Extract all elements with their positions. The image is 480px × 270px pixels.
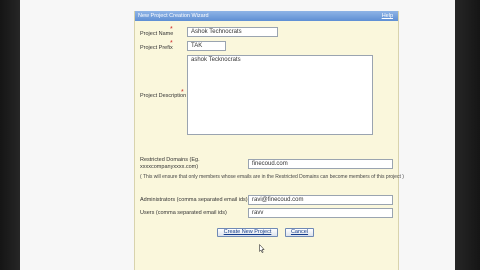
project-name-label: Project Name (140, 31, 174, 37)
project-prefix-required-mark: * (170, 40, 173, 47)
left-dark-margin (0, 0, 20, 270)
create-new-project-button[interactable]: Create New Project (217, 228, 278, 237)
project-name-input[interactable]: Ashok Technocrats (187, 27, 278, 37)
project-description-required-mark: * (181, 89, 184, 96)
wizard-titlebar: New Project Creation Wizard Help (135, 11, 398, 21)
restricted-domains-input[interactable]: finecoud.com (248, 159, 393, 169)
project-prefix-input[interactable]: TAK (187, 41, 226, 51)
wizard-title: New Project Creation Wizard (138, 13, 209, 19)
page-content: New Project Creation Wizard Help Project… (20, 0, 455, 270)
project-wizard-panel: New Project Creation Wizard Help Project… (134, 11, 404, 270)
project-prefix-label: Project Prefix (140, 45, 173, 51)
users-input[interactable]: ravv (248, 208, 393, 218)
users-label: Users (comma separated email ids) (140, 210, 227, 216)
mouse-cursor-icon (259, 244, 265, 253)
right-dark-margin (455, 0, 480, 270)
project-description-label: Project Description (140, 93, 187, 99)
cancel-button[interactable]: Cancel (285, 228, 314, 237)
project-name-required-mark: * (170, 26, 173, 33)
restricted-domains-label: Restricted Domains (Eg. (140, 157, 200, 163)
project-description-textarea[interactable]: ashok Tecknocrats (187, 55, 373, 135)
help-link[interactable]: Help (382, 11, 393, 21)
administrators-input[interactable]: ravi@finecoud.com (248, 195, 393, 205)
restricted-domains-note: ( This will ensure that only members who… (140, 174, 404, 180)
administrators-label: Administrators (comma separated email id… (140, 197, 248, 203)
restricted-domains-example: xxxxcompanyxxxx.com) (140, 164, 199, 170)
